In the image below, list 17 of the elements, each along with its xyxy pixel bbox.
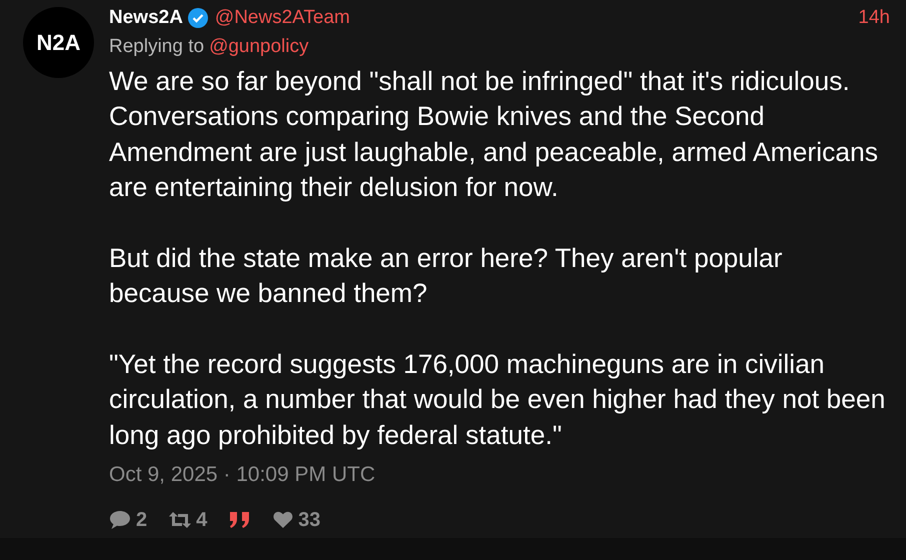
tweet-date[interactable]: Oct 9, 2025 · 10:09 PM UTC — [109, 459, 890, 490]
replying-label: Replying to — [109, 35, 204, 59]
display-name[interactable]: News2A — [109, 4, 183, 32]
quote-icon — [229, 510, 252, 528]
tweet-paragraph: But did the state make an error here? They aren't popular because we banned them? — [109, 242, 784, 310]
stat-count: 33 — [298, 508, 320, 532]
stat-count: 2 — [136, 508, 148, 532]
stat-count: 4 — [196, 508, 208, 532]
reply-target-link[interactable]: @gunpolicy — [209, 33, 309, 62]
retweet-icon — [169, 510, 192, 528]
user-handle[interactable]: @News2ATeam — [214, 4, 350, 32]
tweet-age[interactable]: 14h — [858, 4, 890, 32]
avatar: N2A — [23, 7, 94, 78]
tweet-paragraph: "Yet the record suggests 176,000 machineguns are in civilian circulation, a number that would be even higher had they not been long ago prohibited by federal statute." — [109, 348, 886, 452]
heart-icon — [273, 510, 294, 528]
speech-bubble-icon — [109, 510, 131, 530]
tweet-paragraph: We are so far beyond "shall not be infringed" that it's ridiculous. Conversations comparing Bowie knives and the Second Amendment are just laughable, and peaceable, armed Americans are entertaining their delusion for now. — [109, 64, 879, 204]
